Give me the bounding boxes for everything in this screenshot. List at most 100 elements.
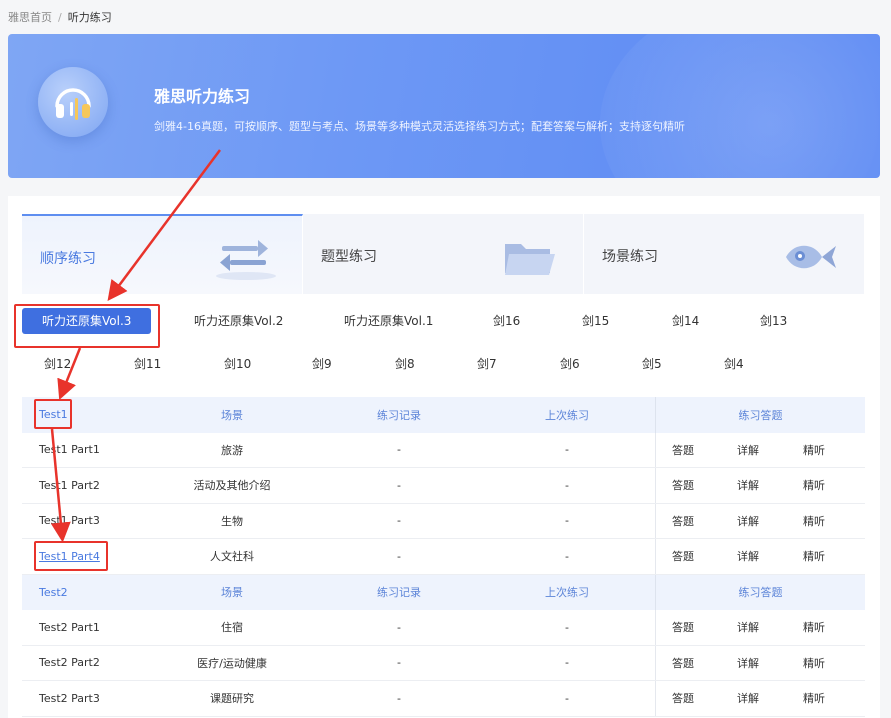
answer-button[interactable]: 答题	[672, 468, 694, 503]
explanation-button[interactable]: 详解	[737, 539, 759, 574]
tab-label: 题型练习	[321, 249, 377, 265]
last-practice-cell: -	[565, 514, 569, 528]
group-name[interactable]: Test2	[39, 575, 68, 611]
column-header-last-practice: 上次练习	[545, 408, 589, 422]
column-header-actions: 练习答题	[655, 397, 865, 433]
part-name[interactable]: Test2 Part2	[39, 646, 100, 681]
breadcrumb: 雅思首页 / 听力练习	[8, 9, 112, 25]
breadcrumb-current: 听力练习	[67, 11, 112, 24]
table-row: Test1 Part1 旅游 - - 答题 详解 精听	[22, 432, 865, 468]
last-practice-cell: -	[565, 656, 569, 670]
intensive-listening-button[interactable]: 精听	[803, 610, 825, 645]
part-name[interactable]: Test1 Part3	[39, 504, 100, 539]
explanation-button[interactable]: 详解	[737, 646, 759, 681]
volume-button[interactable]: 剑13	[760, 312, 787, 329]
volume-button[interactable]: 剑8	[395, 355, 415, 372]
table-row: Test2 Part1 住宿 - - 答题 详解 精听	[22, 610, 865, 646]
intensive-listening-button[interactable]: 精听	[803, 646, 825, 681]
tab-question-type-practice[interactable]: 题型练习	[303, 214, 584, 294]
column-header-actions: 练习答题	[655, 574, 865, 610]
intensive-listening-button[interactable]: 精听	[803, 681, 825, 716]
table-group-header: Test1 场景 练习记录 上次练习 练习答题	[22, 397, 865, 433]
column-divider	[655, 432, 656, 467]
volume-button[interactable]: 剑11	[134, 355, 161, 372]
scene-cell: 人文社科	[210, 550, 254, 564]
part-name[interactable]: Test2 Part1	[39, 610, 100, 645]
banner-description: 剑雅4-16真题，可按顺序、题型与考点、场景等多种模式灵活选择练习方式；配套答案…	[154, 120, 685, 133]
hero-banner: 雅思听力练习 剑雅4-16真题，可按顺序、题型与考点、场景等多种模式灵活选择练习…	[8, 34, 880, 178]
record-cell: -	[397, 478, 401, 492]
column-divider	[655, 681, 656, 716]
record-cell: -	[397, 656, 401, 670]
scene-cell: 课题研究	[210, 692, 254, 706]
intensive-listening-button[interactable]: 精听	[803, 468, 825, 503]
last-practice-cell: -	[565, 478, 569, 492]
part-name[interactable]: Test1 Part1	[39, 433, 100, 468]
volume-button[interactable]: 剑14	[672, 312, 699, 329]
table-row: Test2 Part2 医疗/运动健康 - - 答题 详解 精听	[22, 645, 865, 681]
practice-card: 顺序练习 题型练习 场景练习 听力还原集Vol.3 听力还原集Vol.2 听力还…	[8, 196, 880, 718]
volume-button[interactable]: 剑9	[312, 355, 332, 372]
part-name[interactable]: Test1 Part2	[39, 468, 100, 503]
scene-cell: 医疗/运动健康	[197, 656, 267, 670]
answer-button[interactable]: 答题	[672, 681, 694, 716]
intensive-listening-button[interactable]: 精听	[803, 539, 825, 574]
explanation-button[interactable]: 详解	[737, 433, 759, 468]
intensive-listening-button[interactable]: 精听	[803, 504, 825, 539]
volume-button[interactable]: 剑4	[724, 355, 744, 372]
volume-button[interactable]: 剑10	[224, 355, 251, 372]
column-divider	[655, 503, 656, 538]
record-cell: -	[397, 514, 401, 528]
explanation-button[interactable]: 详解	[737, 468, 759, 503]
column-divider	[655, 645, 656, 680]
record-cell: -	[397, 620, 401, 634]
volume-button[interactable]: 剑7	[477, 355, 497, 372]
answer-button[interactable]: 答题	[672, 646, 694, 681]
explanation-button[interactable]: 详解	[737, 681, 759, 716]
tab-scene-practice[interactable]: 场景练习	[584, 214, 865, 294]
intensive-listening-button[interactable]: 精听	[803, 433, 825, 468]
last-practice-cell: -	[565, 691, 569, 705]
explanation-button[interactable]: 详解	[737, 610, 759, 645]
annotation-box-vol3	[14, 304, 160, 348]
scene-cell: 住宿	[221, 621, 243, 635]
scene-cell: 旅游	[221, 443, 243, 457]
tab-label: 场景练习	[602, 249, 658, 265]
last-practice-cell: -	[565, 443, 569, 457]
volume-button[interactable]: 剑12	[44, 355, 71, 372]
last-practice-cell: -	[565, 549, 569, 563]
volume-button[interactable]: 听力还原集Vol.2	[194, 312, 283, 329]
table-row: Test1 Part2 活动及其他介绍 - - 答题 详解 精听	[22, 468, 865, 504]
scene-cell: 生物	[221, 514, 243, 528]
tab-label: 顺序练习	[40, 251, 96, 267]
breadcrumb-home-link[interactable]: 雅思首页	[8, 9, 52, 25]
volume-button[interactable]: 听力还原集Vol.1	[344, 312, 433, 329]
swap-arrows-icon	[216, 240, 276, 280]
tab-sequential-practice[interactable]: 顺序练习	[22, 214, 303, 294]
column-header-record: 练习记录	[377, 586, 421, 600]
practice-table: Test1 场景 练习记录 上次练习 练习答题 Test1 Part1 旅游 -…	[22, 397, 865, 717]
column-header-last-practice: 上次练习	[545, 586, 589, 600]
banner-glow	[600, 34, 880, 178]
banner-title: 雅思听力练习	[154, 87, 251, 106]
part-name[interactable]: Test2 Part3	[39, 681, 100, 716]
volume-button[interactable]: 剑15	[582, 312, 609, 329]
answer-button[interactable]: 答题	[672, 610, 694, 645]
volume-button[interactable]: 剑5	[642, 355, 662, 372]
record-cell: -	[397, 443, 401, 457]
volume-button[interactable]: 剑6	[560, 355, 580, 372]
explanation-button[interactable]: 详解	[737, 504, 759, 539]
answer-button[interactable]: 答题	[672, 433, 694, 468]
record-cell: -	[397, 549, 401, 563]
answer-button[interactable]: 答题	[672, 504, 694, 539]
folder-icon	[505, 244, 555, 275]
column-header-scene: 场景	[221, 408, 243, 422]
last-practice-cell: -	[565, 620, 569, 634]
practice-mode-tabs: 顺序练习 题型练习 场景练习	[22, 214, 865, 294]
answer-button[interactable]: 答题	[672, 539, 694, 574]
fish-pin-icon	[786, 245, 836, 269]
volume-button[interactable]: 剑16	[493, 312, 520, 329]
scene-cell: 活动及其他介绍	[193, 479, 271, 493]
banner-icon-badge	[38, 67, 108, 137]
column-header-scene: 场景	[221, 586, 243, 600]
